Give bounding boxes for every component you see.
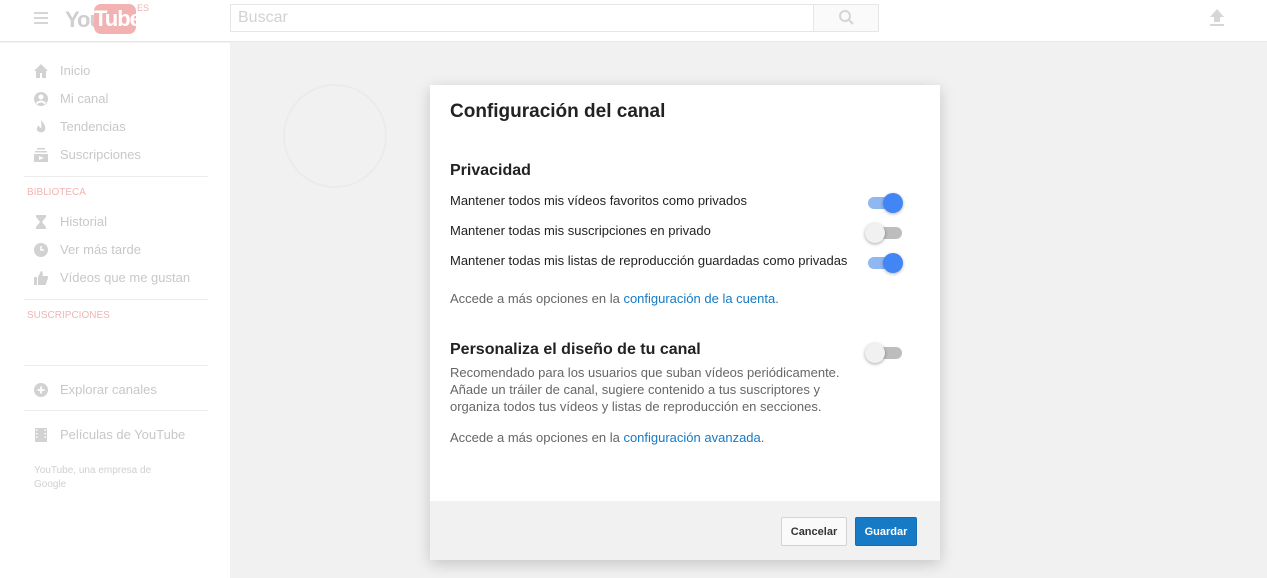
film-icon — [35, 428, 47, 442]
flame-icon — [36, 120, 46, 133]
hint-text: Accede a más opciones en la — [450, 291, 624, 306]
hourglass-icon — [36, 215, 46, 229]
search-button[interactable] — [813, 4, 879, 32]
hint-suffix: . — [775, 291, 779, 306]
sidebar-item-label: Explorar canales — [60, 382, 157, 397]
sidebar-item-label: Inicio — [60, 63, 91, 78]
toggle-private-subscriptions[interactable] — [865, 222, 902, 243]
toggle-knob — [883, 193, 903, 213]
sidebar-item-label: Mi canal — [60, 91, 109, 106]
sidebar-item-label: Ver más tarde — [60, 242, 141, 257]
divider — [24, 299, 208, 300]
divider — [24, 410, 208, 411]
logo-country-code: ES — [137, 3, 150, 13]
menu-icon[interactable] — [34, 12, 48, 24]
sidebar-item-home[interactable]: Inicio — [33, 61, 223, 81]
divider — [24, 365, 208, 366]
toggle-knob — [883, 253, 903, 273]
toggle-customize-layout[interactable] — [865, 342, 902, 363]
search-box — [230, 4, 814, 32]
logo-tube-text: Tube — [94, 4, 142, 34]
section-title-library: BIBLIOTECA — [27, 187, 86, 198]
toggle-knob — [865, 223, 885, 243]
channel-settings-dialog: Configuración del canal Privacidad Mante… — [430, 85, 940, 560]
sidebar-item-subscriptions[interactable]: Suscripciones — [33, 145, 223, 165]
divider — [24, 176, 208, 177]
cancel-button[interactable]: Cancelar — [781, 517, 847, 546]
account-icon — [34, 92, 48, 106]
privacy-option-label: Mantener todas mis suscripciones en priv… — [450, 223, 711, 238]
section-title-subscriptions: SUSCRIPCIONES — [27, 310, 110, 321]
save-button[interactable]: Guardar — [855, 517, 917, 546]
customize-heading: Personaliza el diseño de tu canal — [450, 341, 701, 358]
dialog-footer: Cancelar Guardar — [430, 501, 940, 560]
sidebar: Inicio Mi canal Tendencias Suscripciones… — [0, 43, 230, 578]
home-icon — [34, 64, 48, 78]
account-settings-link[interactable]: configuración de la cuenta — [623, 291, 775, 306]
customize-description: Recomendado para los usuarios que suban … — [450, 365, 840, 414]
advanced-settings-hint: Accede a más opciones en la configuració… — [450, 430, 764, 445]
channel-avatar-placeholder — [283, 84, 387, 188]
hint-suffix: . — [760, 430, 765, 445]
clock-icon — [34, 243, 48, 257]
toggle-knob — [865, 343, 885, 363]
sidebar-footer: YouTube, una empresa de Google — [34, 465, 152, 490]
sidebar-item-label: Suscripciones — [60, 147, 141, 162]
hint-text: Accede a más opciones en la — [450, 430, 624, 445]
search-input[interactable] — [231, 5, 805, 31]
privacy-option-label: Mantener todos mis vídeos favoritos como… — [450, 193, 747, 208]
sidebar-item-label: Películas de YouTube — [60, 427, 186, 442]
account-settings-hint: Accede a más opciones en la configuració… — [450, 291, 779, 306]
dialog-title: Configuración del canal — [450, 101, 666, 122]
privacy-heading: Privacidad — [450, 162, 531, 179]
advanced-settings-link[interactable]: configuración avanzada — [623, 430, 760, 445]
add-circle-icon — [34, 383, 48, 397]
thumbs-up-icon — [34, 271, 49, 285]
toggle-private-favorites[interactable] — [868, 192, 903, 213]
toggle-private-playlists[interactable] — [868, 252, 903, 273]
upload-icon[interactable] — [1208, 8, 1226, 28]
sidebar-item-trending[interactable]: Tendencias — [33, 117, 223, 137]
sidebar-item-label: Tendencias — [60, 119, 126, 134]
sidebar-item-watch-later[interactable]: Ver más tarde — [33, 240, 223, 260]
subscriptions-icon — [34, 148, 48, 162]
sidebar-item-movies[interactable]: Películas de YouTube — [33, 425, 223, 445]
sidebar-item-browse-channels[interactable]: Explorar canales — [33, 380, 223, 400]
sidebar-item-label: Historial — [60, 214, 107, 229]
sidebar-item-label: Vídeos que me gustan — [60, 270, 191, 285]
search-icon — [839, 10, 854, 25]
masthead: You Tube ES — [0, 0, 1267, 42]
sidebar-item-history[interactable]: Historial — [33, 212, 223, 232]
sidebar-item-liked-videos[interactable]: Vídeos que me gustan — [33, 268, 223, 288]
privacy-option-label: Mantener todas mis listas de reproducció… — [450, 253, 848, 268]
sidebar-item-my-channel[interactable]: Mi canal — [33, 89, 223, 109]
